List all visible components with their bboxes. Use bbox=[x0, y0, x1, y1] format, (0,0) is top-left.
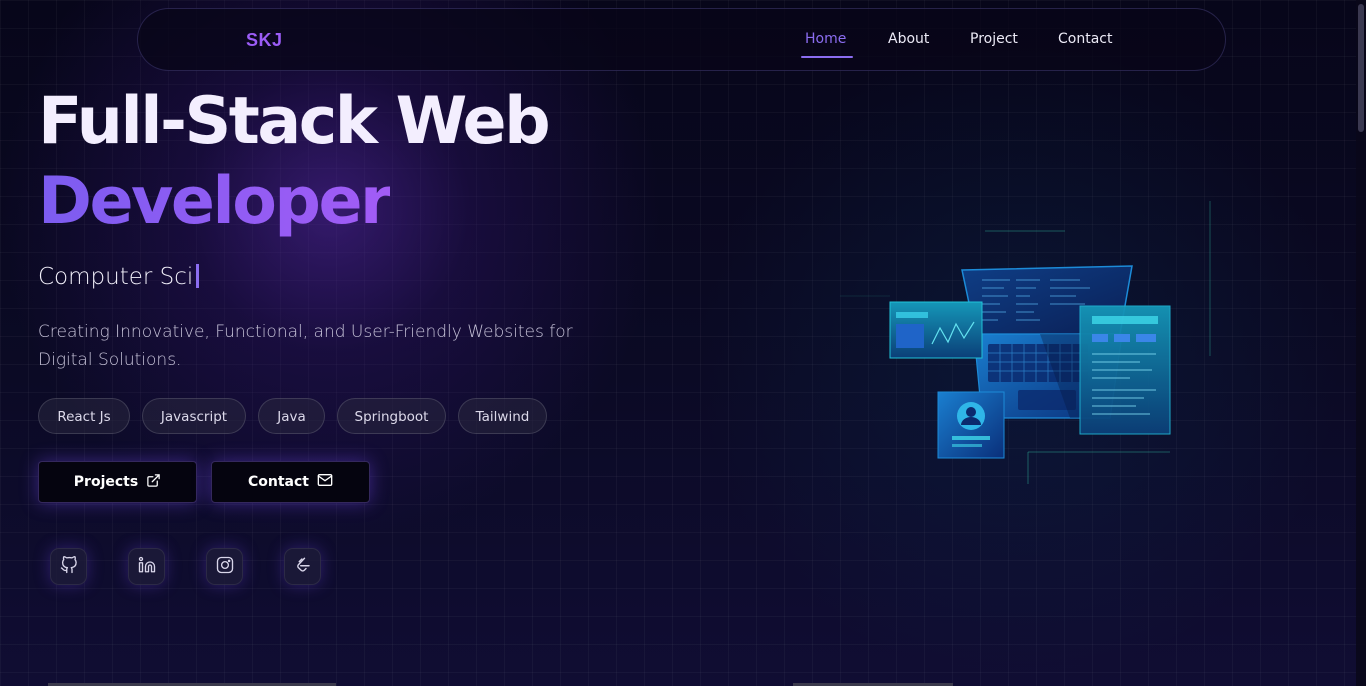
skill-chip: Tailwind bbox=[458, 398, 547, 434]
leetcode-icon bbox=[294, 556, 312, 578]
laptop-illustration bbox=[840, 201, 1211, 484]
scrollbar-thumb[interactable] bbox=[1358, 4, 1364, 132]
typing-text: Computer Sci bbox=[38, 264, 194, 290]
projects-button-label: Projects bbox=[73, 474, 139, 490]
typing-caret bbox=[196, 264, 200, 288]
hero-headline: Full-Stack Web bbox=[38, 84, 551, 159]
linkedin-icon bbox=[138, 556, 156, 578]
nav-link-about[interactable]: About bbox=[888, 31, 929, 47]
skill-chip: React Js bbox=[38, 398, 130, 434]
instagram-icon bbox=[216, 556, 234, 578]
hero-tagline: Creating Innovative, Functional, and Use… bbox=[38, 322, 573, 370]
skill-chip: Springboot bbox=[337, 398, 446, 434]
nav-link-home[interactable]: Home bbox=[805, 31, 846, 47]
nav-link-project[interactable]: Project bbox=[970, 31, 1018, 47]
skill-chip: Javascript bbox=[142, 398, 246, 434]
typing-subtitle: Computer Sci bbox=[38, 264, 200, 290]
projects-button[interactable]: Projects bbox=[38, 461, 197, 503]
github-link[interactable] bbox=[50, 548, 87, 585]
nav-active-indicator bbox=[801, 56, 853, 58]
github-icon bbox=[60, 555, 78, 578]
hero-illustration bbox=[840, 196, 1220, 496]
nav-link-contact[interactable]: Contact bbox=[1058, 31, 1112, 47]
external-link-icon bbox=[146, 473, 161, 492]
instagram-link[interactable] bbox=[206, 548, 243, 585]
navbar: SKJ Home About Project Contact bbox=[137, 8, 1226, 71]
contact-button[interactable]: Contact bbox=[211, 461, 370, 503]
mail-icon bbox=[317, 473, 333, 491]
leetcode-link[interactable] bbox=[284, 548, 321, 585]
skill-chip: Java bbox=[258, 398, 325, 434]
site-logo[interactable]: SKJ bbox=[246, 30, 283, 51]
page-scrollbar[interactable] bbox=[1356, 0, 1366, 686]
linkedin-link[interactable] bbox=[128, 548, 165, 585]
contact-button-label: Contact bbox=[248, 474, 309, 490]
hero-headline-highlight: Developer bbox=[38, 162, 392, 242]
